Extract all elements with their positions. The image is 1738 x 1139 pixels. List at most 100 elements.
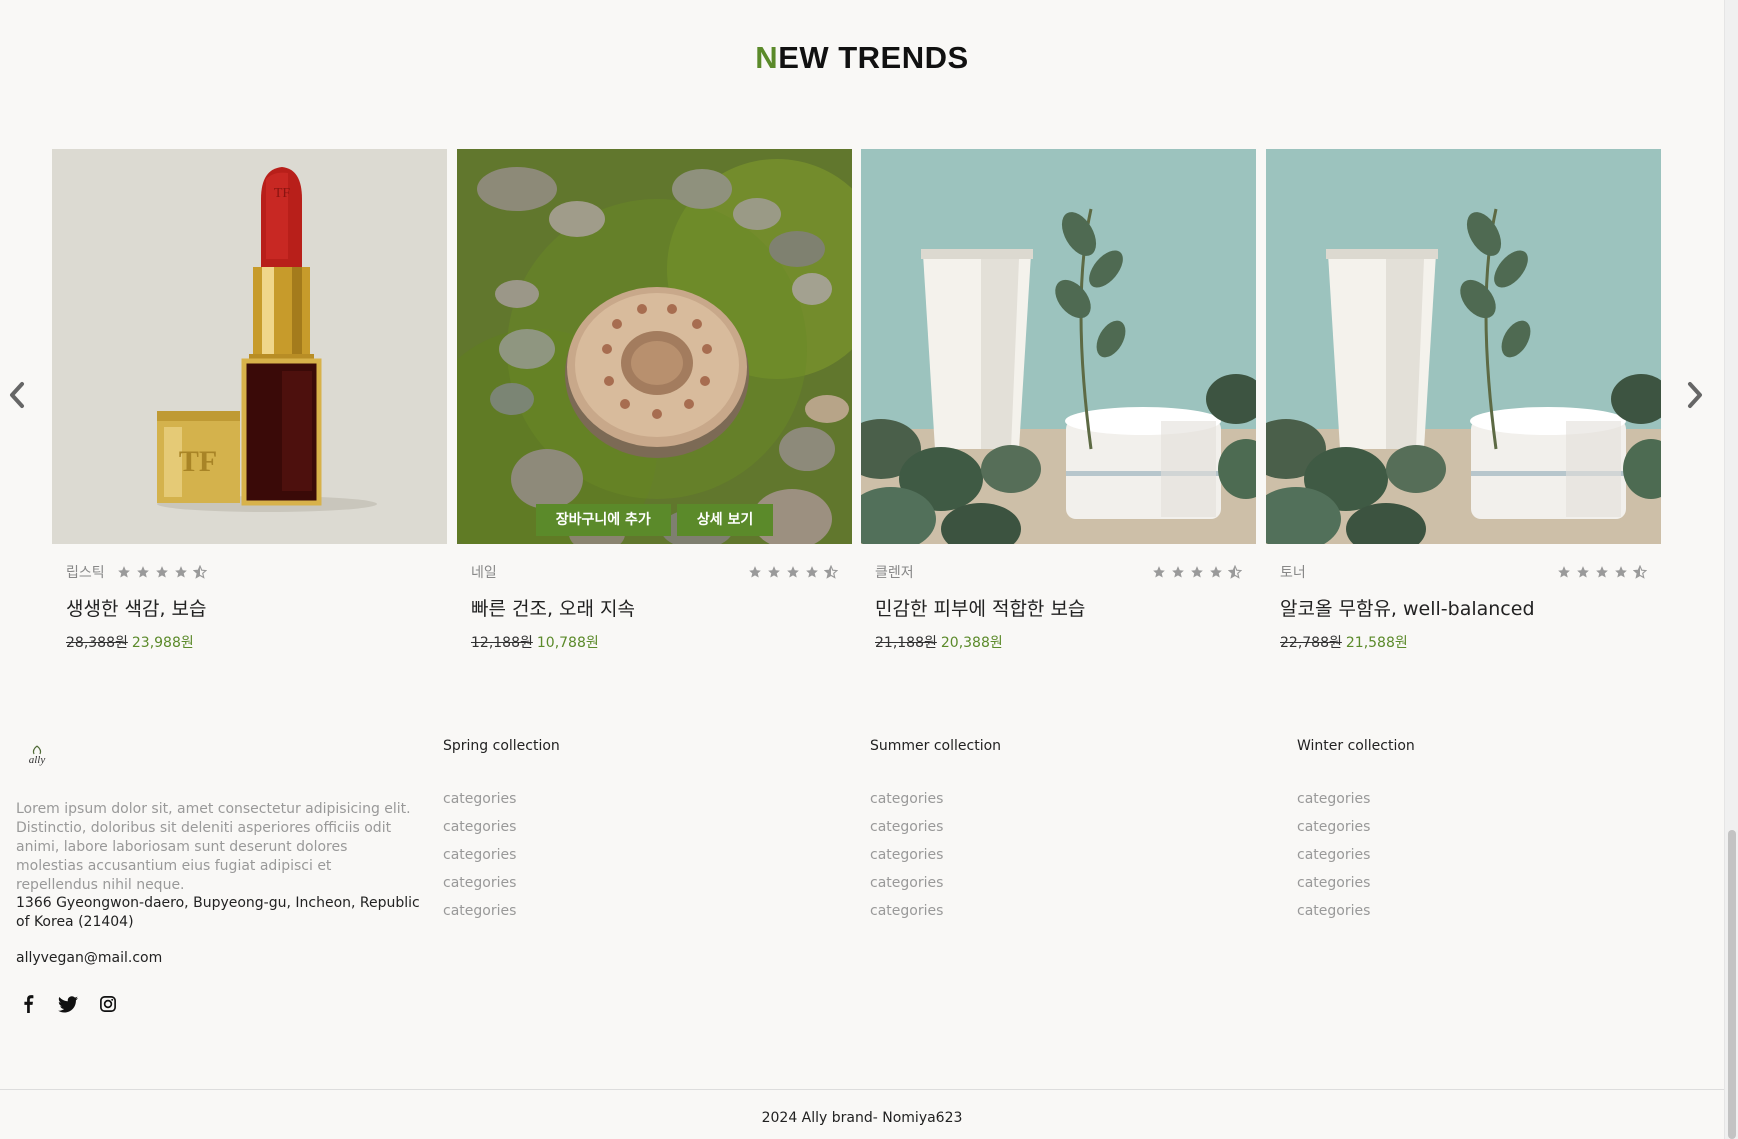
footer-divider [0, 1089, 1724, 1090]
product-image-lipstick[interactable]: TF TF [52, 149, 447, 544]
star-icon [1577, 566, 1589, 578]
star-icon [1191, 566, 1203, 578]
instagram-icon [100, 996, 116, 1012]
view-details-button[interactable]: 상세 보기 [676, 504, 774, 536]
instagram-link[interactable] [98, 994, 118, 1014]
footer-link[interactable]: categories [443, 846, 560, 874]
product-prices: 28,388원 23,988원 [52, 632, 447, 652]
product-name[interactable]: 빠른 건조, 오래 지속 [457, 594, 852, 624]
section-title: NEW TRENDS [0, 40, 1724, 76]
footer-link[interactable]: categories [870, 790, 1001, 818]
product-name[interactable]: 생생한 색감, 보습 [52, 594, 447, 624]
svg-text:TF: TF [179, 445, 217, 478]
product-card[interactable]: 장바구니에 추가 상세 보기 네일 빠른 건조, 오래 지속 12,188원 10… [457, 149, 852, 652]
star-icon [1558, 566, 1570, 578]
footer-link[interactable]: categories [1297, 790, 1415, 818]
footer-column-title: Spring collection [443, 738, 560, 754]
product-image-toner[interactable] [1266, 149, 1661, 544]
price-sale: 21,588원 [1345, 635, 1408, 651]
star-icon [1153, 566, 1165, 578]
product-category: 클렌저 [875, 565, 914, 581]
star-icon [1615, 566, 1627, 578]
star-icon [155, 566, 168, 578]
footer-link[interactable]: categories [443, 902, 560, 930]
star-icon [787, 566, 799, 578]
star-icon [117, 566, 130, 578]
section-title-accent: N [755, 40, 779, 75]
star-icon [768, 566, 780, 578]
rating-stars [117, 565, 207, 579]
svg-text:TF: TF [274, 186, 291, 201]
product-card[interactable]: TF TF 립스틱 생생한 색감, 보습 28,388원 23,988원 [52, 149, 447, 652]
footer-link[interactable]: categories [870, 874, 1001, 902]
scrollbar-thumb[interactable] [1728, 830, 1736, 1139]
footer-address: 1366 Gyeongwon-daero, Bupyeong-gu, Inche… [16, 895, 420, 930]
brand-logo[interactable]: ally [24, 744, 50, 768]
product-image-cleanser[interactable] [861, 149, 1256, 544]
rating-stars [748, 565, 838, 579]
price-original: 21,188원 [875, 635, 937, 651]
facebook-link[interactable] [18, 994, 38, 1014]
product-hover-actions: 장바구니에 추가 상세 보기 [457, 504, 852, 536]
star-icon [1172, 566, 1184, 578]
price-sale: 23,988원 [131, 635, 194, 651]
star-half-icon [1228, 565, 1242, 579]
footer-email[interactable]: allyvegan@mail.com [16, 950, 162, 966]
footer-column-winter: Winter collection categories categories … [1297, 738, 1415, 930]
footer-column-title: Winter collection [1297, 738, 1415, 754]
section-title-rest: EW TRENDS [778, 40, 969, 75]
product-card[interactable]: 토너 알코올 무함유, well-balanced 22,788원 21,588원 [1266, 149, 1661, 652]
chevron-left-icon [10, 382, 24, 408]
product-card[interactable]: 클렌저 민감한 피부에 적합한 보습 21,188원 20,388원 [861, 149, 1256, 652]
chevron-right-icon [1688, 382, 1702, 408]
star-icon [806, 566, 818, 578]
footer-link[interactable]: categories [443, 874, 560, 902]
carousel-prev-button[interactable] [2, 380, 32, 410]
star-icon [136, 566, 149, 578]
copyright: 2024 Ally brand- Nomiya623 [761, 1110, 963, 1126]
price-original: 12,188원 [471, 635, 533, 651]
footer-description: Lorem ipsum dolor sit, amet consectetur … [16, 801, 411, 893]
footer-link[interactable]: categories [870, 846, 1001, 874]
twitter-icon [58, 995, 78, 1012]
product-category: 네일 [471, 565, 497, 581]
footer-column-summer: Summer collection categories categories … [870, 738, 1001, 930]
social-links [18, 994, 118, 1014]
footer-link[interactable]: categories [443, 790, 560, 818]
product-category: 립스틱 [66, 565, 105, 581]
add-to-cart-button[interactable]: 장바구니에 추가 [535, 504, 671, 536]
footer-link[interactable]: categories [870, 818, 1001, 846]
price-sale: 10,788원 [536, 635, 599, 651]
logo-text: ally [29, 754, 46, 766]
star-half-icon [1633, 565, 1647, 579]
product-prices: 21,188원 20,388원 [861, 632, 1256, 652]
product-prices: 22,788원 21,588원 [1266, 632, 1661, 652]
twitter-link[interactable] [58, 994, 78, 1014]
footer-column-title: Summer collection [870, 738, 1002, 754]
footer-link[interactable]: categories [443, 818, 560, 846]
product-category: 토너 [1280, 565, 1306, 581]
star-icon [1596, 566, 1608, 578]
page-scrollbar[interactable] [1724, 0, 1738, 1139]
rating-stars [1557, 565, 1647, 579]
product-image-compact[interactable]: 장바구니에 추가 상세 보기 [457, 149, 852, 544]
rating-stars [1152, 565, 1242, 579]
footer-link[interactable]: categories [1297, 846, 1415, 874]
star-half-icon [192, 565, 207, 579]
star-icon [749, 566, 761, 578]
product-prices: 12,188원 10,788원 [457, 632, 852, 652]
product-name[interactable]: 알코올 무함유, well-balanced [1266, 594, 1661, 624]
star-icon [1210, 566, 1222, 578]
product-name[interactable]: 민감한 피부에 적합한 보습 [861, 594, 1256, 624]
price-original: 28,388원 [66, 635, 128, 651]
footer-link[interactable]: categories [1297, 874, 1415, 902]
footer-link[interactable]: categories [1297, 902, 1415, 930]
star-half-icon [824, 565, 838, 579]
price-original: 22,788원 [1280, 635, 1342, 651]
price-sale: 20,388원 [940, 635, 1003, 651]
footer-link[interactable]: categories [870, 902, 1001, 930]
facebook-icon [24, 995, 34, 1013]
star-icon [174, 566, 187, 578]
carousel-next-button[interactable] [1680, 380, 1710, 410]
footer-link[interactable]: categories [1297, 818, 1415, 846]
